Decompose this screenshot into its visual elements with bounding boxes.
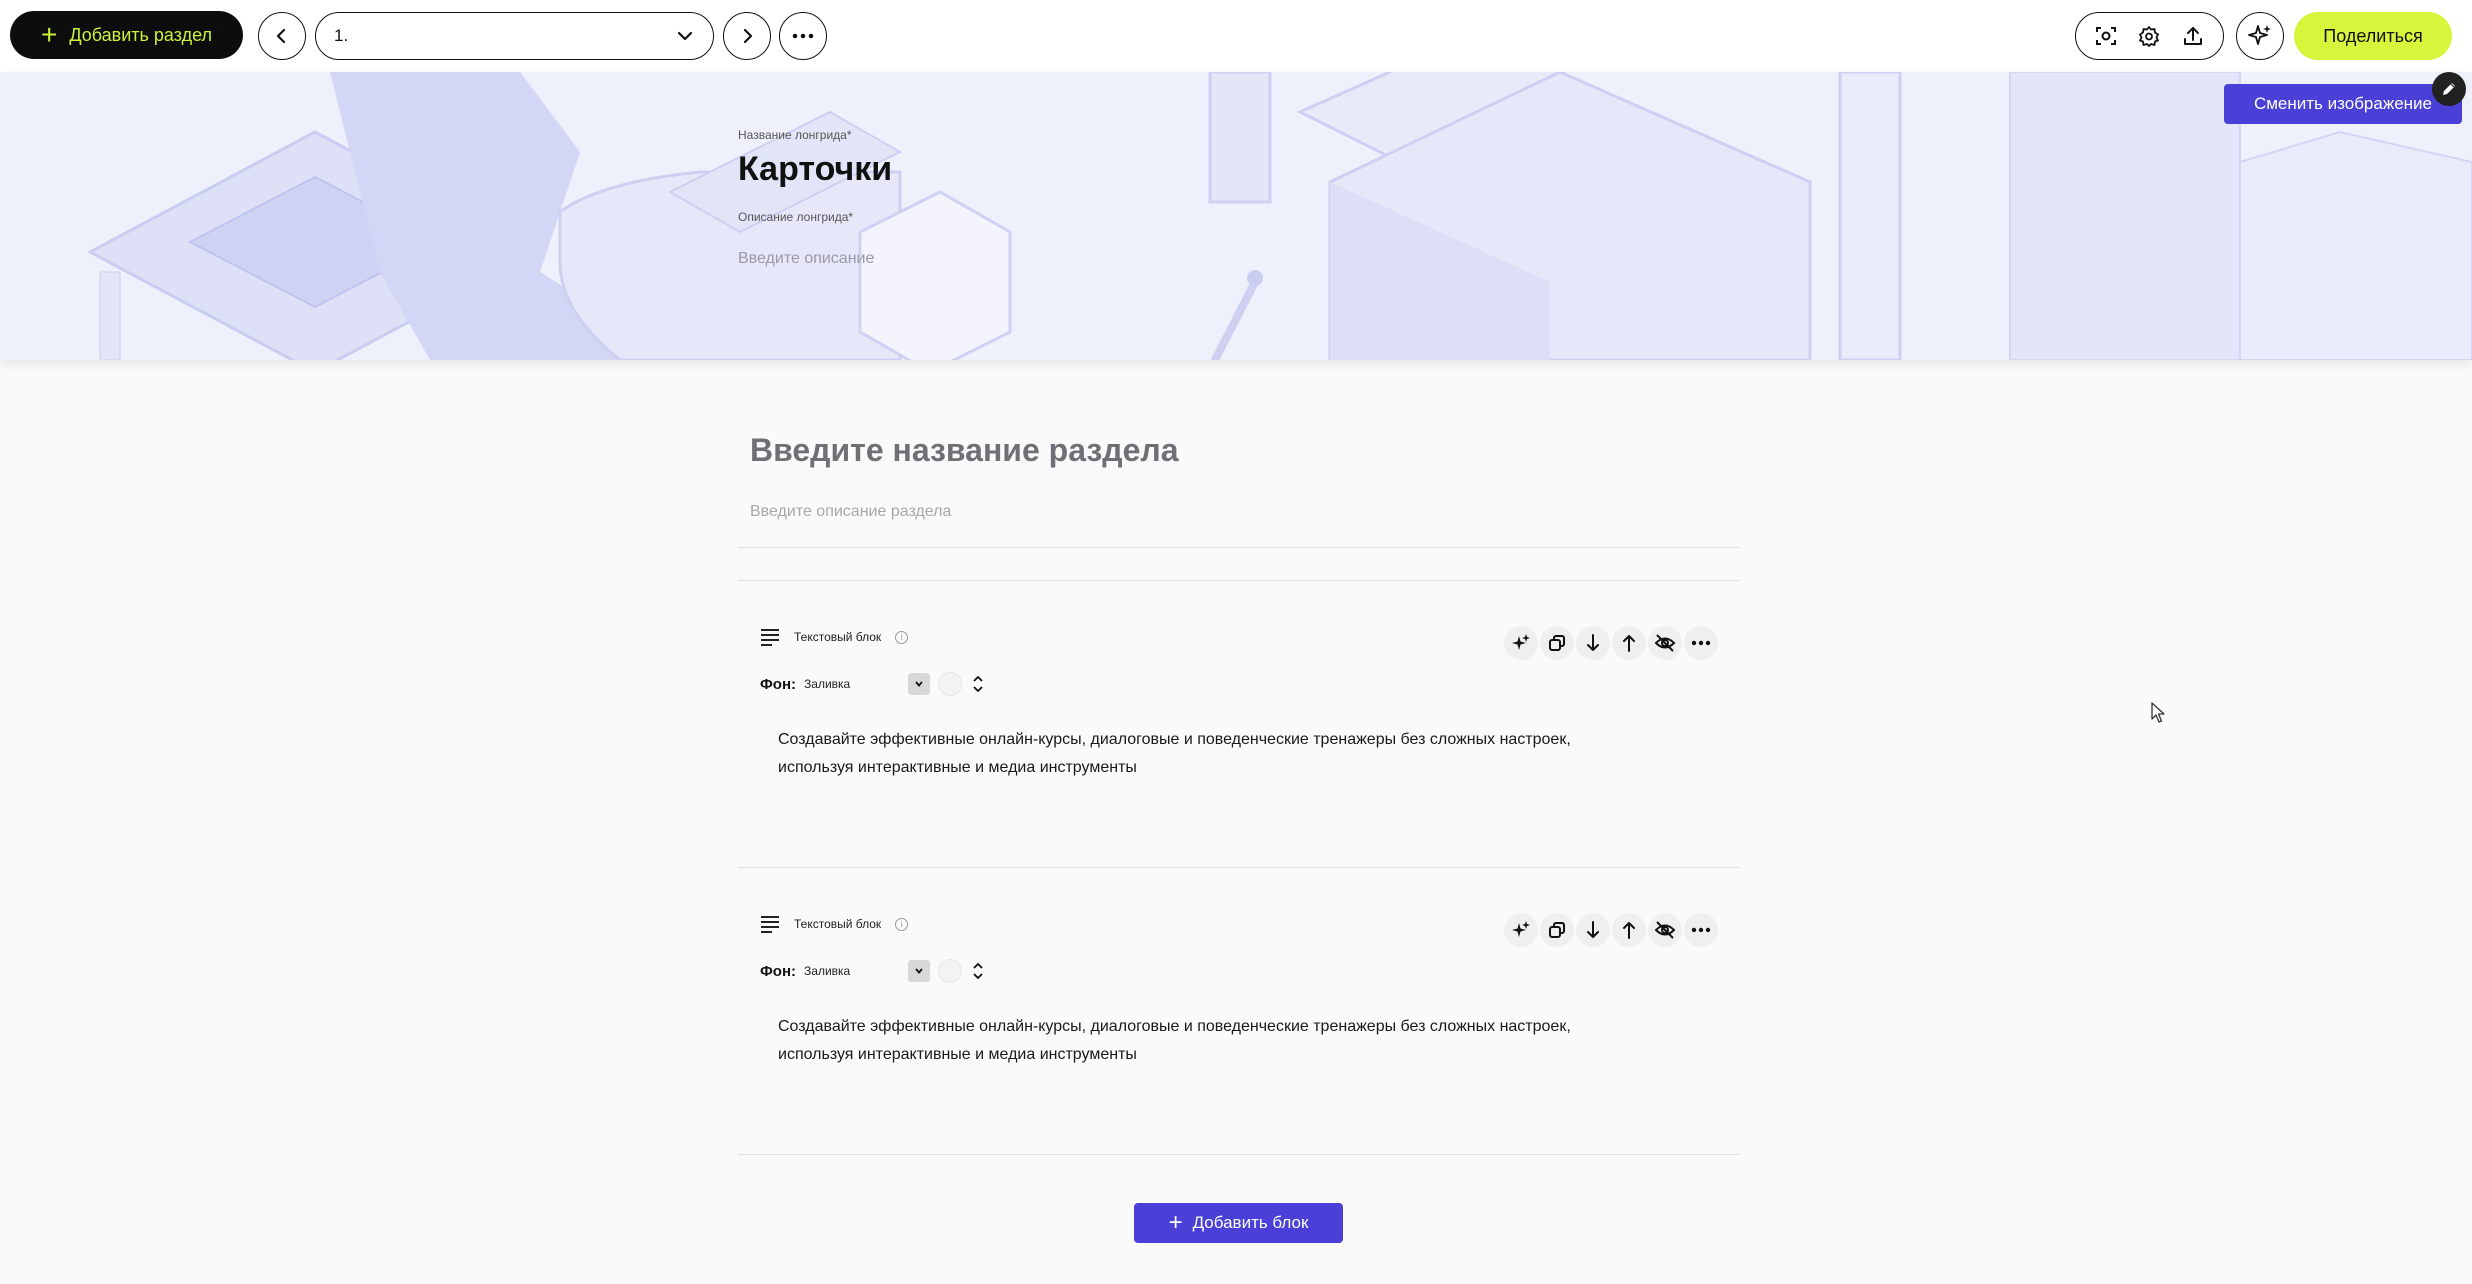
block-header: Текстовый блок i xyxy=(760,628,909,646)
add-section-button[interactable]: + Добавить раздел xyxy=(10,11,243,59)
more-horizontal-icon xyxy=(1691,640,1711,646)
pencil-icon xyxy=(2443,83,2455,95)
copy-icon xyxy=(1549,635,1565,651)
ai-generate-button[interactable] xyxy=(1504,626,1538,660)
background-type-value: Заливка xyxy=(804,677,851,691)
background-stepper[interactable] xyxy=(970,959,986,983)
chevron-left-icon xyxy=(276,28,286,44)
edit-cover-button[interactable] xyxy=(2432,72,2466,106)
more-horizontal-icon xyxy=(792,33,814,39)
more-options-button[interactable] xyxy=(779,12,827,60)
background-row: Фон: Заливка xyxy=(760,959,986,983)
change-image-button[interactable]: Сменить изображение xyxy=(2224,84,2462,124)
background-type-value: Заливка xyxy=(804,964,851,978)
divider xyxy=(738,580,1739,581)
longread-description-label: Описание лонгрида* xyxy=(738,210,854,224)
text-line: Создавайте эффективные онлайн-курсы, диа… xyxy=(778,731,1571,748)
background-label: Фон: xyxy=(760,962,797,980)
longread-name-label: Название лонгрида* xyxy=(738,128,852,142)
block-type-label: Текстовый блок xyxy=(794,917,882,931)
upload-icon xyxy=(2184,27,2203,45)
plus-icon: + xyxy=(40,19,58,50)
scan-eye-icon xyxy=(2095,27,2116,45)
section-description-input[interactable]: Введите описание раздела xyxy=(750,503,951,521)
text-align-icon xyxy=(761,916,779,933)
longread-title[interactable]: Карточки xyxy=(738,150,892,189)
hide-block-button[interactable] xyxy=(1648,626,1682,660)
text-line: используя интерактивные и медиа инструме… xyxy=(778,1046,1137,1063)
text-line: Создавайте эффективные онлайн-курсы, диа… xyxy=(778,1018,1571,1035)
export-button[interactable] xyxy=(2175,18,2211,54)
ai-generate-button[interactable] xyxy=(1504,913,1538,947)
move-down-button[interactable] xyxy=(1576,913,1610,947)
background-type-select[interactable] xyxy=(908,673,931,695)
sparkles-icon xyxy=(2248,25,2271,45)
block-more-button[interactable] xyxy=(1684,626,1718,660)
chevron-down-icon xyxy=(915,968,923,974)
section-select-value: 1. xyxy=(334,26,349,45)
mouse-cursor-icon xyxy=(2151,702,2165,723)
info-icon[interactable]: i xyxy=(895,917,909,931)
section-select[interactable]: 1. xyxy=(315,12,714,60)
block-tools xyxy=(1504,626,1718,660)
divider xyxy=(738,867,1739,868)
preview-button[interactable] xyxy=(2088,18,2124,54)
chevron-down-icon xyxy=(677,31,693,41)
chevron-right-icon xyxy=(743,28,753,44)
copy-icon xyxy=(1549,922,1565,938)
cover-banner: Название лонгрида* Карточки Описание лон… xyxy=(0,72,2472,360)
block-tools xyxy=(1504,913,1718,947)
previous-section-button[interactable] xyxy=(258,12,306,60)
settings-button[interactable] xyxy=(2131,18,2167,54)
chevron-up-down-icon xyxy=(973,962,983,980)
chevron-up-down-icon xyxy=(973,675,983,693)
block-text-content[interactable]: Создавайте эффективные онлайн-курсы, диа… xyxy=(778,1013,1638,1069)
cover-illustration xyxy=(0,72,2472,360)
share-button[interactable]: Поделиться xyxy=(2294,12,2452,60)
move-up-button[interactable] xyxy=(1612,626,1646,660)
background-label: Фон: xyxy=(760,675,797,693)
block-header: Текстовый блок i xyxy=(760,915,909,933)
eye-off-icon xyxy=(1654,634,1676,652)
arrow-up-icon xyxy=(1623,922,1635,939)
text-align-icon xyxy=(761,629,779,646)
background-type-select[interactable] xyxy=(908,960,931,982)
arrow-down-icon xyxy=(1587,921,1599,938)
duplicate-block-button[interactable] xyxy=(1540,626,1574,660)
divider xyxy=(738,1154,1739,1155)
arrow-down-icon xyxy=(1587,634,1599,651)
more-horizontal-icon xyxy=(1691,927,1711,933)
chevron-down-icon xyxy=(915,681,923,687)
background-stepper[interactable] xyxy=(970,672,986,696)
add-section-label: Добавить раздел xyxy=(69,24,212,45)
move-up-button[interactable] xyxy=(1612,913,1646,947)
eye-off-icon xyxy=(1654,921,1676,939)
move-down-button[interactable] xyxy=(1576,626,1610,660)
block-type-label: Текстовый блок xyxy=(794,630,882,644)
longread-description-input[interactable]: Введите описание xyxy=(738,250,874,268)
top-toolbar: + Добавить раздел 1. Поделиться xyxy=(0,0,2472,72)
block-text-content[interactable]: Создавайте эффективные онлайн-курсы, диа… xyxy=(778,726,1638,782)
add-block-label: Добавить блок xyxy=(1192,1213,1309,1232)
sparkles-icon xyxy=(1512,921,1530,937)
duplicate-block-button[interactable] xyxy=(1540,913,1574,947)
background-row: Фон: Заливка xyxy=(760,672,986,696)
tools-group xyxy=(2075,12,2224,60)
add-block-button[interactable]: + Добавить блок xyxy=(1134,1203,1343,1243)
section-title-input[interactable]: Введите название раздела xyxy=(750,432,1179,469)
divider xyxy=(738,547,1739,548)
ai-assistant-button[interactable] xyxy=(2236,12,2284,60)
hide-block-button[interactable] xyxy=(1648,913,1682,947)
next-section-button[interactable] xyxy=(723,12,771,60)
background-color-picker[interactable] xyxy=(938,672,963,696)
info-icon[interactable]: i xyxy=(895,630,909,644)
text-line: используя интерактивные и медиа инструме… xyxy=(778,759,1137,776)
gear-icon xyxy=(2139,26,2160,47)
sparkles-icon xyxy=(1512,634,1530,650)
block-more-button[interactable] xyxy=(1684,913,1718,947)
background-color-picker[interactable] xyxy=(938,959,963,983)
plus-icon: + xyxy=(1168,1209,1183,1236)
arrow-up-icon xyxy=(1623,635,1635,652)
